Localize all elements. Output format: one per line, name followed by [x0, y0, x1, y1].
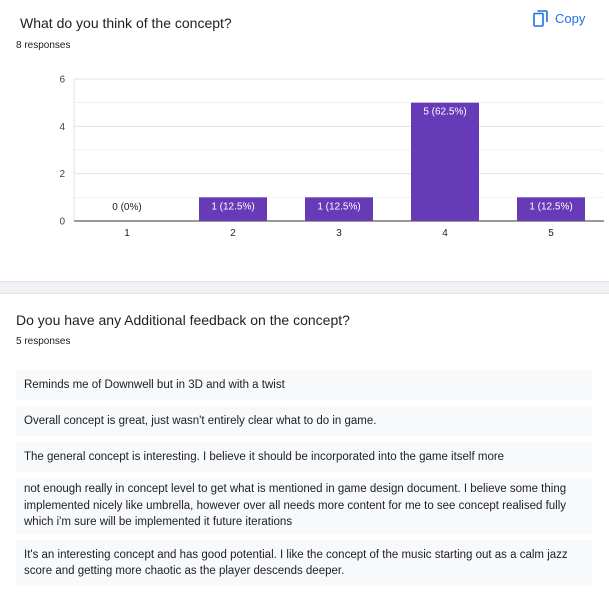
- bar-data-label: 0 (0%): [112, 202, 141, 213]
- y-tick-label: 4: [59, 122, 65, 133]
- question-title-feedback: Do you have any Additional feedback on t…: [16, 312, 350, 328]
- copy-icon: [533, 10, 548, 27]
- feedback-text: It's an interesting concept and has good…: [24, 548, 568, 578]
- feedback-item: The general concept is interesting. I be…: [16, 442, 592, 472]
- card-separator: [0, 281, 609, 294]
- feedback-item: Reminds me of Downwell but in 3D and wit…: [16, 370, 592, 400]
- feedback-item: not enough really in concept level to ge…: [16, 478, 592, 534]
- feedback-text: Reminds me of Downwell but in 3D and wit…: [24, 378, 285, 391]
- question-card-concept: What do you think of the concept? 8 resp…: [0, 0, 609, 281]
- feedback-text: Overall concept is great, just wasn't en…: [24, 414, 377, 427]
- feedback-text: not enough really in concept level to ge…: [24, 483, 567, 529]
- x-tick-label: 2: [230, 228, 236, 239]
- x-tick-label: 5: [548, 228, 554, 239]
- feedback-item: It's an interesting concept and has good…: [16, 540, 592, 586]
- bar-data-label: 1 (12.5%): [211, 201, 254, 212]
- response-count-feedback: 5 responses: [16, 336, 71, 347]
- bar-data-label: 5 (62.5%): [423, 107, 466, 118]
- x-tick-label: 4: [442, 228, 448, 239]
- y-tick-label: 6: [59, 75, 65, 86]
- x-tick-label: 1: [124, 228, 130, 239]
- question-title: What do you think of the concept?: [20, 15, 232, 31]
- y-tick-label: 2: [59, 169, 65, 180]
- question-card-feedback: Do you have any Additional feedback on t…: [0, 294, 609, 607]
- response-count: 8 responses: [16, 40, 71, 51]
- bar: [411, 102, 479, 221]
- copy-button[interactable]: Copy: [533, 10, 585, 27]
- bar-data-label: 1 (12.5%): [317, 201, 360, 212]
- bar-chart: 0 2 4 6 0 (0%) 1 1 (12.5%) 2 1 (12.5%) 3 5 (62.5%)…: [59, 75, 604, 239]
- bar-data-label: 1 (12.5%): [529, 201, 572, 212]
- copy-label: Copy: [555, 11, 586, 26]
- feedback-text: The general concept is interesting. I be…: [24, 450, 505, 463]
- feedback-item: Overall concept is great, just wasn't en…: [16, 406, 592, 436]
- x-tick-label: 3: [336, 228, 342, 239]
- y-tick-label: 0: [59, 217, 65, 228]
